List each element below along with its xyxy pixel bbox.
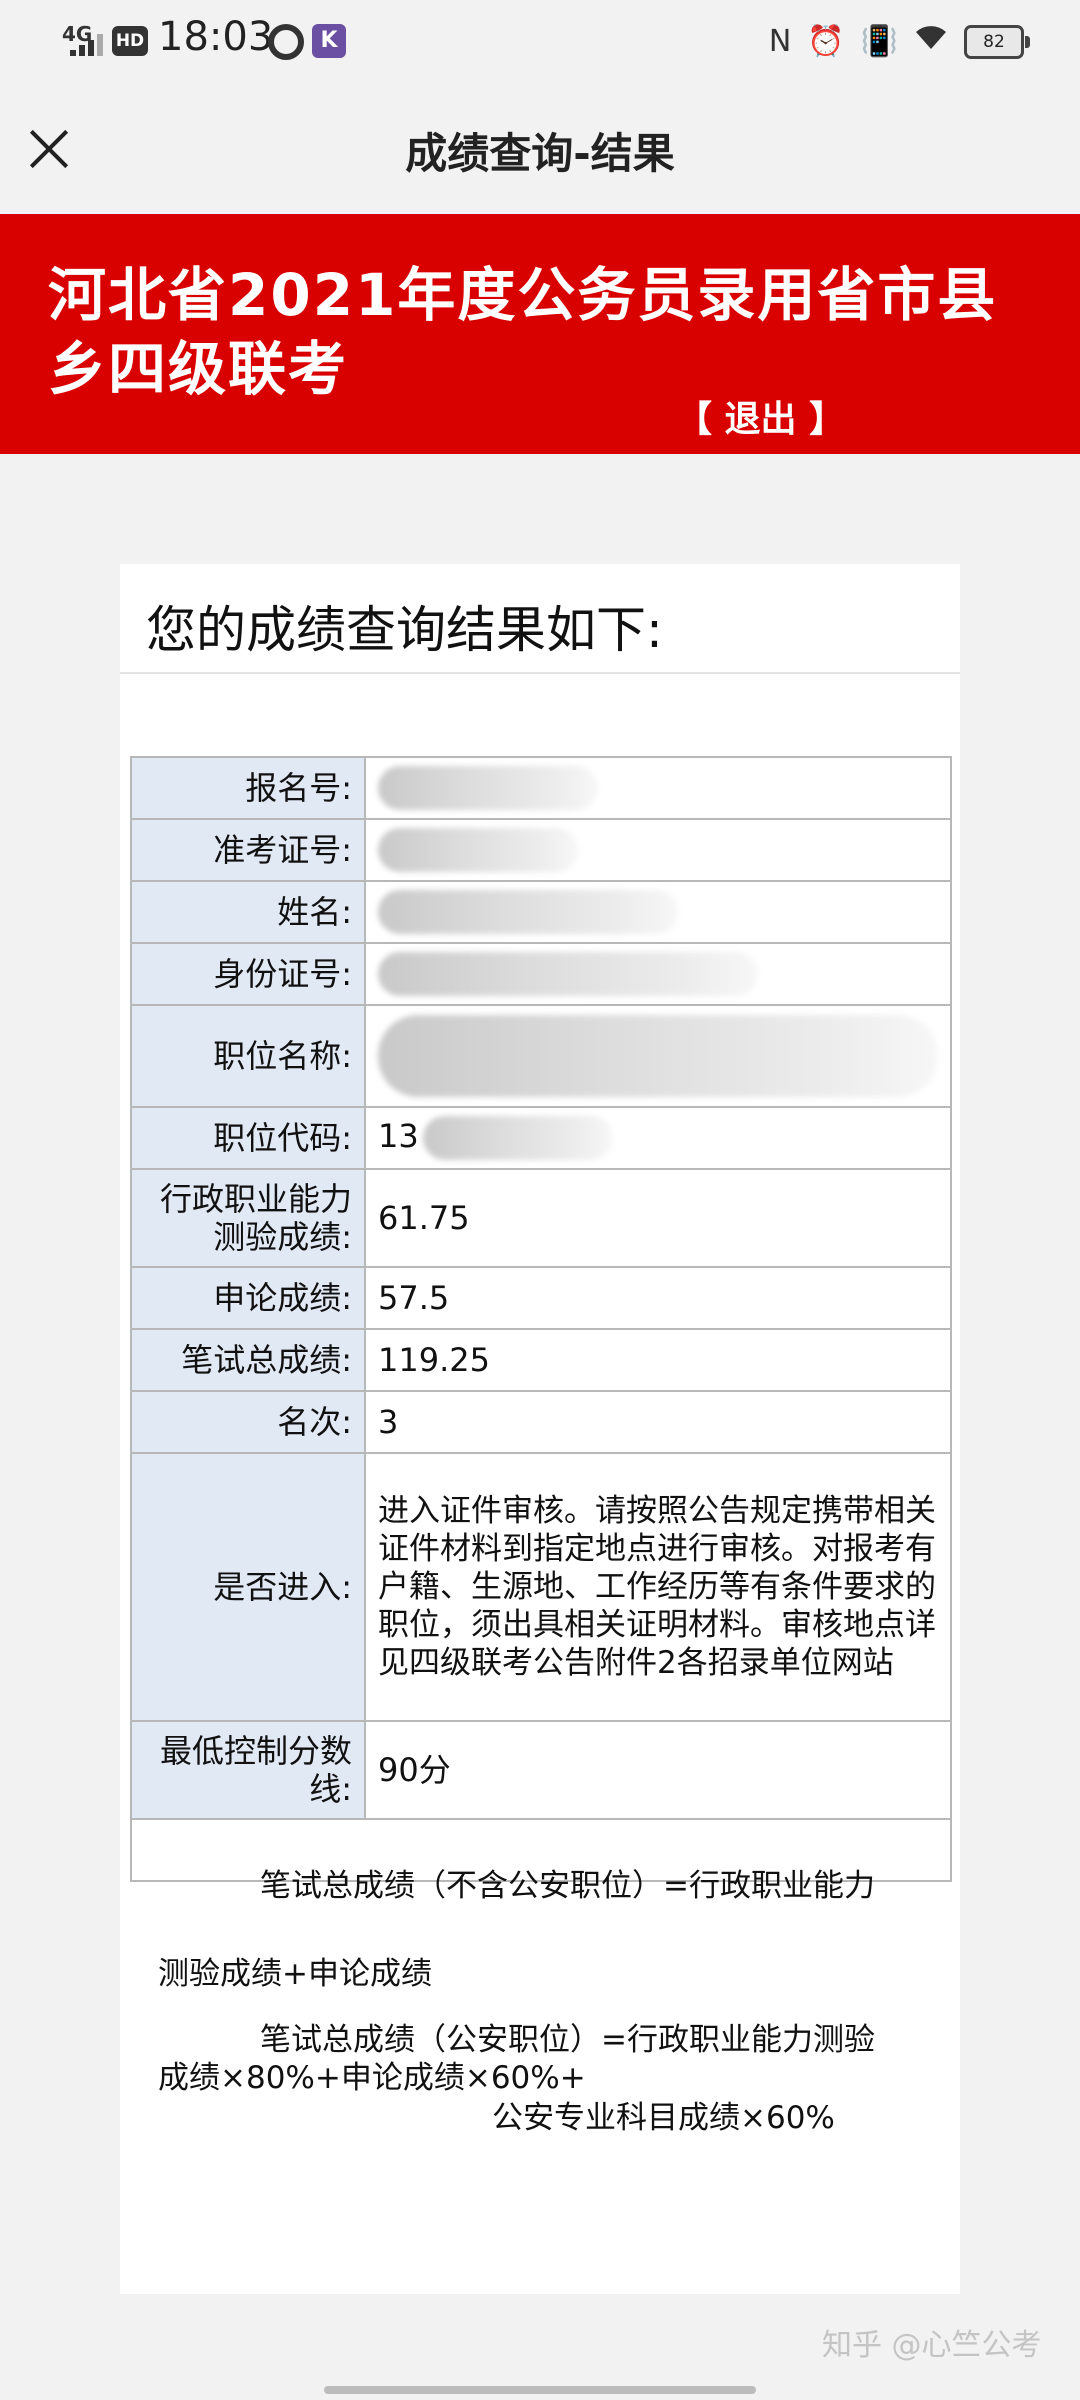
admission-no-label: 准考证号: — [130, 818, 366, 882]
redacted-value — [378, 766, 598, 810]
table-row: 笔试总成绩: 119.25 — [130, 1328, 952, 1392]
name-label: 姓名: — [130, 880, 366, 944]
status-bar: 4G HD 18:03 K N ⏰ 📳 82 — [0, 0, 1080, 84]
registration-no-value — [364, 756, 952, 820]
redacted-value — [422, 1116, 613, 1160]
xingce-label: 行政职业能力测验成绩: — [130, 1168, 366, 1268]
formula-line-2: 测验成绩+申论成绩 — [158, 1956, 432, 1992]
exit-link[interactable]: 【 退出 】 — [676, 390, 845, 442]
rank-label: 名次: — [130, 1390, 366, 1454]
table-row: 行政职业能力测验成绩: 61.75 — [130, 1168, 952, 1268]
redacted-value — [378, 890, 678, 934]
id-no-value — [364, 942, 952, 1006]
card-header: 您的成绩查询结果如下: — [120, 564, 960, 674]
formula-note: 笔试总成绩（不含公安职位）=行政职业能力 测验成绩+申论成绩 笔试总成绩（公安职… — [130, 1818, 952, 2136]
table-row: 姓名: — [130, 880, 952, 944]
card-heading: 您的成绩查询结果如下: — [146, 601, 663, 659]
table-row: 名次: 3 — [130, 1390, 952, 1454]
vibrate-icon: 📳 — [860, 24, 898, 59]
table-row: 是否进入: 进入证件审核。请按照公告规定携带相关证件材料到指定地点进行审核。对报… — [130, 1452, 952, 1722]
table-row: 职位名称: — [130, 1004, 952, 1108]
zhihu-watermark: 知乎 @心竺公考 — [822, 2328, 1042, 2363]
result-table: 报名号: 准考证号: 姓名: 身份证号: 职位名称: 职位代码: 13 行政职业… — [130, 756, 952, 2136]
id-no-label: 身份证号: — [130, 942, 366, 1006]
total-score-label: 笔试总成绩: — [130, 1328, 366, 1392]
status-time: 18:03 — [158, 14, 274, 60]
battery-icon: 82 — [964, 25, 1030, 59]
position-code-value: 13 — [364, 1106, 952, 1170]
wifi-icon — [914, 22, 948, 62]
shenlun-value: 57.5 — [364, 1266, 952, 1330]
advance-value: 进入证件审核。请按照公告规定携带相关证件材料到指定地点进行审核。对报考有户籍、生… — [364, 1452, 952, 1722]
min-score-value: 90分 — [364, 1720, 952, 1820]
table-row: 最低控制分数线: 90分 — [130, 1720, 952, 1820]
formula-line-5: 公安专业科目成绩×60% — [492, 2100, 835, 2136]
name-value — [364, 880, 952, 944]
admission-no-value — [364, 818, 952, 882]
position-name-label: 职位名称: — [130, 1004, 366, 1108]
app-badge-icon: K — [312, 24, 346, 58]
total-score-value: 119.25 — [364, 1328, 952, 1392]
advance-label: 是否进入: — [130, 1452, 366, 1722]
position-name-value — [364, 1004, 952, 1108]
table-row: 准考证号: — [130, 818, 952, 882]
nfc-icon: N — [768, 24, 792, 59]
redacted-value — [378, 1015, 938, 1097]
table-row: 职位代码: 13 — [130, 1106, 952, 1170]
xingce-value: 61.75 — [364, 1168, 952, 1268]
formula-line-4: 成绩×80%+申论成绩×60%+ — [158, 2060, 586, 2096]
hd-icon: HD — [112, 26, 148, 56]
position-code-prefix: 13 — [378, 1117, 419, 1155]
home-indicator[interactable] — [324, 2386, 756, 2394]
shenlun-label: 申论成绩: — [130, 1266, 366, 1330]
page-title: 成绩查询-结果 — [405, 129, 675, 178]
redacted-value — [378, 828, 578, 872]
rank-value: 3 — [364, 1390, 952, 1454]
formula-line-1: 笔试总成绩（不含公安职位）=行政职业能力 — [260, 1868, 875, 1904]
app-bar: 成绩查询-结果 — [0, 84, 1080, 214]
registration-no-label: 报名号: — [130, 756, 366, 820]
redacted-value — [378, 952, 758, 996]
app-notification-icon — [268, 24, 304, 60]
signal-icon — [70, 34, 104, 56]
table-row: 身份证号: — [130, 942, 952, 1006]
formula-line-3: 笔试总成绩（公安职位）=行政职业能力测验 — [260, 2022, 875, 2058]
table-row: 申论成绩: 57.5 — [130, 1266, 952, 1330]
min-score-label: 最低控制分数线: — [130, 1720, 366, 1820]
status-icons: N ⏰ 📳 82 — [768, 22, 1030, 62]
result-card: 您的成绩查询结果如下: 报名号: 准考证号: 姓名: 身份证号: 职位名称: 职… — [120, 564, 960, 2294]
banner-title: 河北省2021年度公务员录用省市县乡四级联考 — [48, 261, 998, 403]
table-row: 报名号: — [130, 756, 952, 820]
formula-row: 笔试总成绩（不含公安职位）=行政职业能力 测验成绩+申论成绩 笔试总成绩（公安职… — [130, 1818, 952, 2136]
position-code-label: 职位代码: — [130, 1106, 366, 1170]
exam-banner: 河北省2021年度公务员录用省市县乡四级联考 【 退出 】 — [0, 214, 1080, 454]
alarm-icon: ⏰ — [807, 24, 845, 59]
